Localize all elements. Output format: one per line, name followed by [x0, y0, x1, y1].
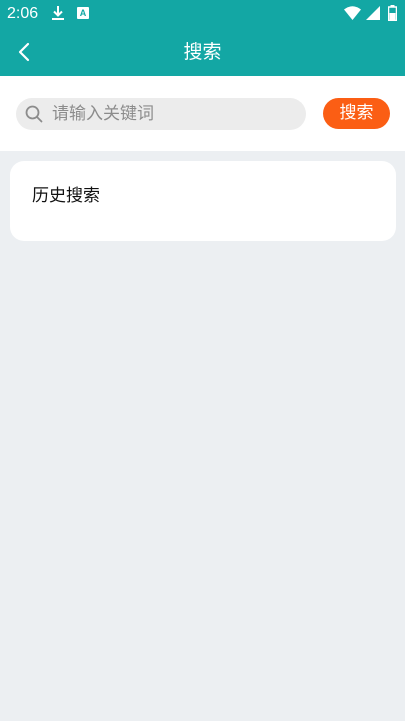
chevron-left-icon [18, 42, 30, 62]
search-icon [25, 105, 43, 123]
status-time: 2:06 [7, 5, 39, 22]
search-box[interactable] [16, 98, 306, 130]
signal-icon [366, 6, 380, 20]
a-badge-icon [77, 7, 89, 19]
back-button[interactable] [8, 34, 44, 70]
history-card: 历史搜索 [10, 161, 396, 241]
wifi-icon [344, 6, 361, 20]
download-icon [52, 6, 64, 20]
battery-icon [388, 5, 397, 21]
search-button[interactable]: 搜索 [323, 98, 390, 129]
search-bar-section: 搜索 [0, 76, 405, 151]
app-bar: 搜索 [0, 28, 405, 76]
status-bar: 2:06 [0, 0, 405, 28]
history-title: 历史搜索 [32, 186, 100, 206]
page-title: 搜索 [183, 41, 222, 63]
search-input[interactable] [52, 98, 297, 130]
